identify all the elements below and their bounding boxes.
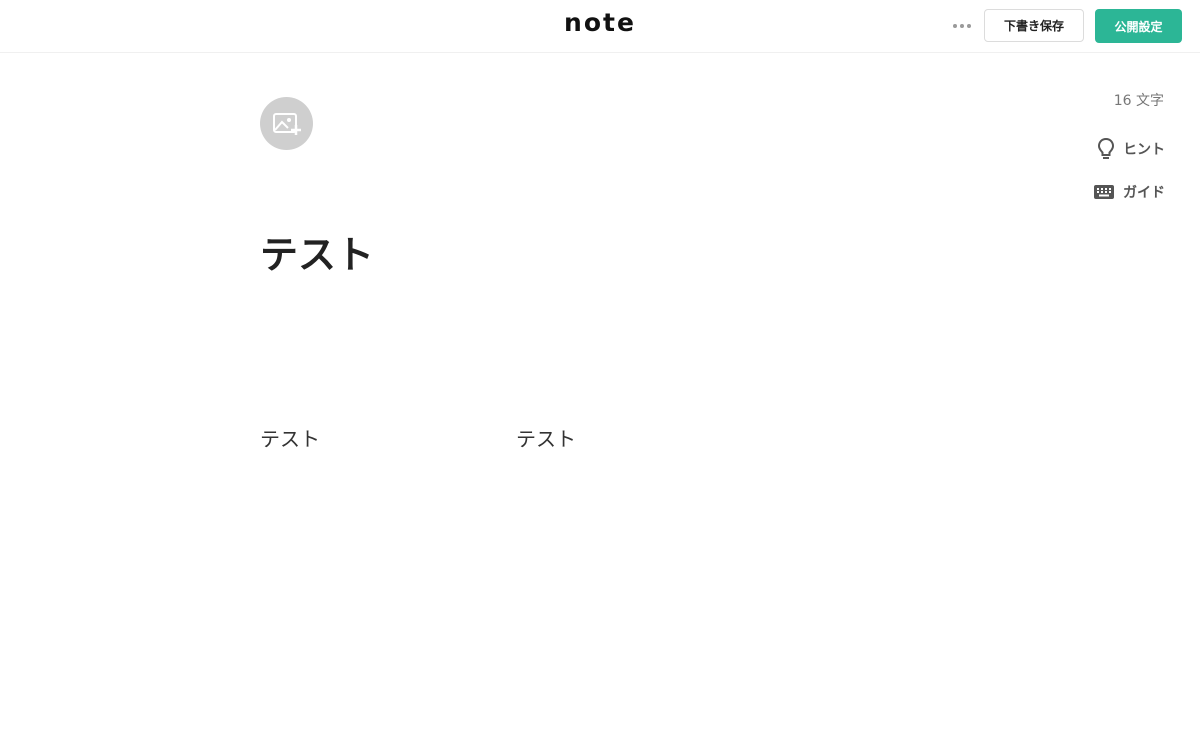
body-paragraph[interactable]: テスト bbox=[516, 424, 576, 454]
hint-label: ヒント bbox=[1123, 142, 1165, 158]
character-count: 16 文字 bbox=[1113, 93, 1164, 109]
hint-button[interactable]: ヒント bbox=[1097, 137, 1165, 161]
header: note 下書き保存 公開設定 bbox=[0, 0, 1200, 53]
more-options-button[interactable] bbox=[948, 14, 976, 38]
add-image-icon bbox=[272, 112, 301, 135]
guide-label: ガイド bbox=[1123, 185, 1165, 201]
body-paragraph[interactable]: テスト bbox=[260, 424, 320, 454]
publish-settings-button[interactable]: 公開設定 bbox=[1095, 9, 1182, 43]
more-horizontal-icon bbox=[953, 24, 957, 28]
lightbulb-icon bbox=[1097, 137, 1115, 159]
add-image-button[interactable] bbox=[260, 97, 313, 150]
guide-button[interactable]: ガイド bbox=[1093, 182, 1165, 202]
keyboard-icon bbox=[1094, 185, 1114, 199]
save-draft-button[interactable]: 下書き保存 bbox=[984, 9, 1084, 42]
article-title[interactable]: テスト bbox=[260, 230, 374, 280]
